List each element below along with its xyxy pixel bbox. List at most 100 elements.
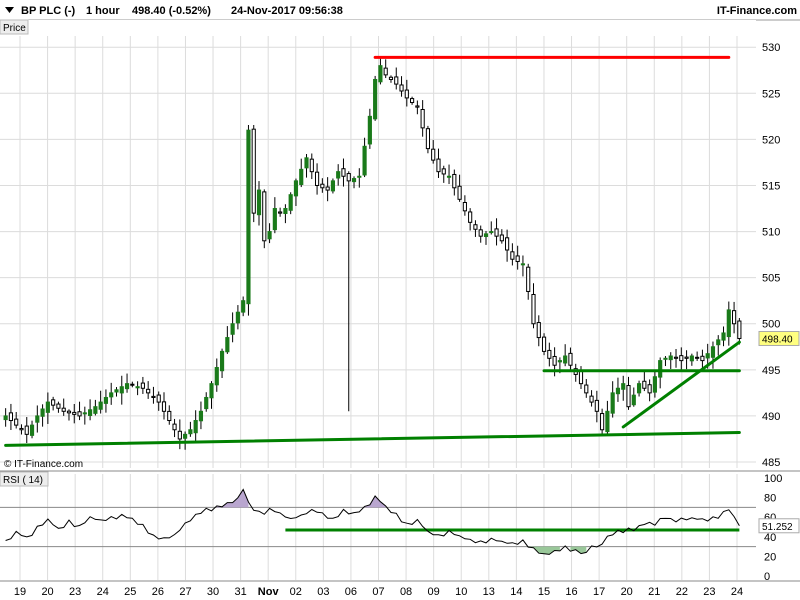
time-tick-label: 15: [538, 586, 550, 598]
candle-body: [721, 332, 726, 341]
candle-body: [29, 424, 35, 436]
candle-body: [446, 175, 452, 178]
candle-body: [394, 76, 399, 85]
price-tick-label: 510: [762, 227, 780, 239]
candle-body: [557, 360, 562, 363]
candle-body: [658, 360, 663, 378]
candle-body: [235, 311, 240, 324]
candle-body: [314, 171, 320, 186]
candle-body: [483, 233, 489, 237]
time-tick-label: 06: [345, 586, 357, 598]
candle-body: [214, 367, 219, 386]
time-tick-label: 22: [676, 586, 688, 598]
price-tick-label: 485: [762, 457, 780, 469]
time-tick-label: 07: [372, 586, 384, 598]
candle-body: [457, 185, 462, 200]
candle-body: [536, 322, 541, 339]
candle-body: [98, 401, 103, 410]
candle-body: [124, 383, 130, 390]
price-tick-label: 505: [762, 273, 780, 285]
candle-body: [584, 384, 589, 394]
time-tick-label: 31: [234, 586, 246, 598]
candle-body: [19, 427, 24, 431]
candle-body: [563, 355, 568, 364]
time-tick-label: 02: [290, 586, 302, 598]
rsi-tick-label: 20: [764, 551, 776, 563]
candle-body: [293, 180, 299, 197]
candle-body: [673, 356, 679, 359]
candle-body: [663, 357, 668, 360]
header-bar: [0, 0, 800, 20]
price-tick-label: 500: [762, 319, 780, 331]
rsi-panel[interactable]: [0, 472, 756, 580]
candle-body: [14, 418, 19, 426]
candle-body: [35, 415, 40, 423]
candle-body: [140, 382, 145, 389]
candle-body: [82, 412, 87, 415]
price-tick-label: 515: [762, 180, 780, 192]
candle-body: [40, 408, 45, 417]
candle-body: [510, 251, 515, 260]
rsi-value-tag: 51.252: [758, 518, 800, 534]
candle-body: [695, 356, 700, 359]
candle-body: [552, 355, 557, 366]
candle-body: [8, 412, 14, 422]
candle-body: [103, 396, 109, 404]
candle-body: [710, 346, 716, 358]
candle-body: [473, 224, 478, 230]
candle-body: [452, 173, 457, 189]
candle-body: [198, 410, 204, 422]
time-tick-label: Nov: [258, 586, 280, 598]
candle-body: [188, 429, 193, 435]
candle-body: [621, 383, 626, 390]
last-price-tag: 498.40: [758, 330, 800, 346]
time-tick-label: 13: [483, 586, 495, 598]
candle-body: [135, 386, 140, 389]
candle-body: [636, 383, 642, 394]
candle-body: [726, 309, 731, 338]
candle-body: [705, 353, 710, 359]
time-tick-label: 20: [41, 586, 53, 598]
candle-body: [299, 168, 304, 185]
price-label: Price: [3, 23, 26, 34]
candle-body: [478, 229, 483, 237]
candle-body: [309, 158, 314, 173]
rsi-tick-label: 80: [764, 493, 776, 505]
candle-body: [177, 430, 182, 440]
price-candle: [330, 178, 335, 194]
watermark: © IT-Finance.com: [4, 459, 83, 470]
chart-canvas[interactable]: BP PLC (-) 1 hour 498.40 (-0.52%) 24-Nov…: [0, 0, 800, 600]
candle-body: [589, 395, 594, 403]
price-candle: [262, 189, 267, 249]
candle-body: [367, 115, 372, 145]
candle-body: [267, 231, 272, 240]
time-tick-label: 10: [455, 586, 467, 598]
candle-body: [93, 406, 98, 414]
candle-body: [515, 255, 520, 263]
candle-body: [404, 89, 409, 99]
time-tick-label: 03: [317, 586, 329, 598]
price-axis: 485 490 495 500 505 510 515 520 525 530: [762, 42, 780, 469]
candle-body: [431, 148, 436, 161]
last-quote: 498.40 (-0.52%): [132, 5, 211, 17]
candle-body: [531, 293, 536, 325]
candle-body: [346, 173, 351, 182]
candle-body: [51, 399, 56, 406]
price-tick-label: 530: [762, 42, 780, 54]
candle-body: [373, 78, 378, 120]
candle-body: [737, 320, 742, 339]
price-panel[interactable]: [0, 20, 756, 470]
candle-body: [77, 411, 82, 417]
candle-body: [156, 394, 161, 403]
time-tick-label: 19: [14, 586, 26, 598]
candle-body: [304, 157, 309, 169]
candle-body: [388, 76, 394, 80]
candle-body: [526, 266, 531, 292]
candle-body: [399, 84, 404, 92]
candle-body: [320, 183, 325, 189]
time-tick-label: 08: [400, 586, 412, 598]
candle-body: [61, 407, 66, 412]
time-tick-label: 26: [152, 586, 164, 598]
time-tick-label: 16: [565, 586, 577, 598]
interval-label[interactable]: 1 hour: [86, 5, 120, 17]
